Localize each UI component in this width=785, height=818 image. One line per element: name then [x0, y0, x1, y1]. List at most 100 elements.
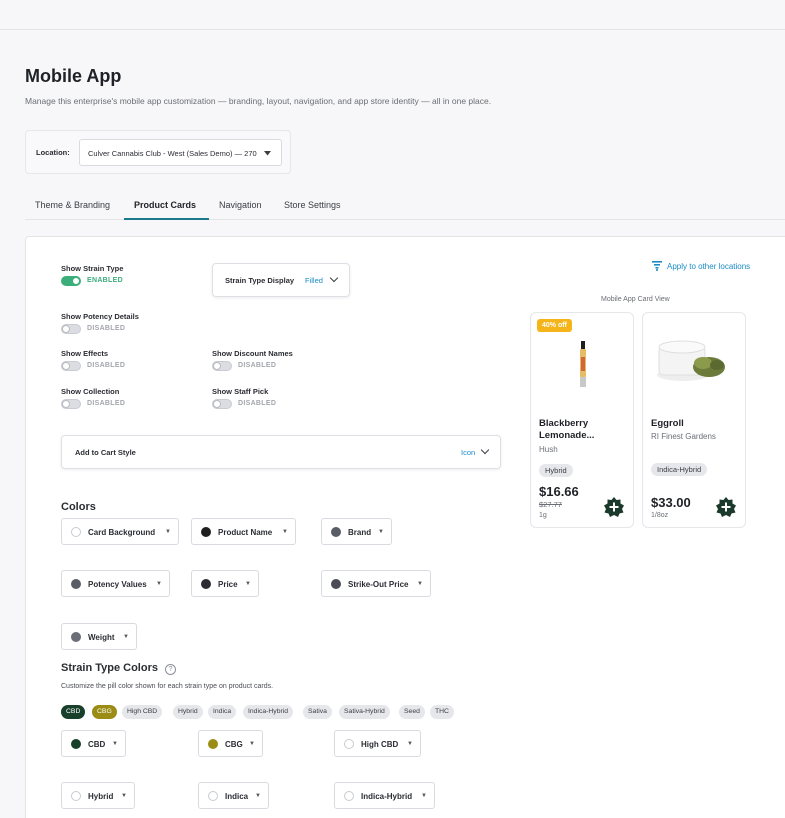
high-cbd-color-button[interactable]: High CBD ▼ — [334, 730, 421, 757]
caret-down-icon: ▼ — [123, 634, 129, 640]
show-strain-type-state: ENABLED — [87, 277, 123, 284]
show-effects-toggle[interactable] — [61, 361, 81, 371]
color-label: Indica — [225, 792, 249, 801]
caret-down-icon: ▼ — [249, 741, 255, 747]
add-to-cart-style-label: Add to Cart Style — [75, 448, 136, 457]
show-collection-state: DISABLED — [87, 400, 126, 407]
show-discount-toggle[interactable] — [212, 361, 232, 371]
chevron-down-icon — [329, 273, 339, 283]
tab-bar: Theme & Branding Product Cards Navigatio… — [25, 196, 785, 220]
tab-product-cards[interactable]: Product Cards — [134, 200, 196, 210]
color-label: Indica-Hybrid — [361, 792, 413, 801]
price-color-button[interactable]: Price ▼ — [191, 570, 259, 597]
caret-down-icon: ▼ — [421, 793, 427, 799]
color-label: Hybrid — [88, 792, 114, 801]
color-swatch — [201, 527, 211, 537]
strain-pill-preview-row: CBD CBG High CBD Hybrid Indica Indica-Hy… — [61, 705, 481, 719]
color-swatch — [71, 739, 81, 749]
vape-cartridge-image — [580, 341, 586, 387]
caret-down-icon: ▼ — [378, 529, 384, 535]
caret-down-icon: ▼ — [282, 529, 288, 535]
mobile-card-preview-label: Mobile App Card View — [601, 296, 670, 303]
strain-pill-indica: Indica — [208, 705, 237, 719]
product-brand: Hush — [539, 445, 558, 454]
product-weight: 1g — [539, 512, 547, 519]
strain-pill-sativa: Sativa — [303, 705, 332, 719]
color-label: CBG — [225, 740, 243, 749]
show-effects-state: DISABLED — [87, 362, 126, 369]
apply-to-other-locations-link[interactable]: Apply to other locations — [667, 262, 750, 271]
color-swatch — [331, 527, 341, 537]
tab-theme-branding[interactable]: Theme & Branding — [35, 200, 110, 210]
colors-section-title: Colors — [61, 501, 96, 513]
strain-pill-seed: Seed — [399, 705, 425, 719]
color-label: Potency Values — [88, 580, 147, 589]
toggle-knob — [62, 400, 70, 408]
strain-pill-cbd: CBD — [61, 705, 86, 719]
add-to-cart-icon[interactable] — [715, 496, 737, 518]
indica-color-button[interactable]: Indica ▼ — [198, 782, 269, 809]
caret-down-icon: ▼ — [165, 529, 171, 535]
color-label: Product Name — [218, 528, 273, 537]
toggle-knob — [62, 325, 70, 333]
potency-values-color-button[interactable]: Potency Values ▼ — [61, 570, 170, 597]
hybrid-color-button[interactable]: Hybrid ▼ — [61, 782, 135, 809]
strike-out-price: $27.77 — [539, 500, 562, 509]
strain-pill: Hybrid — [539, 464, 573, 477]
strain-type-display-dropdown[interactable]: Strain Type Display Filled — [212, 263, 350, 297]
strain-type-display-label: Strain Type Display — [225, 276, 295, 285]
help-icon[interactable]: ? — [165, 664, 176, 675]
color-swatch — [71, 579, 81, 589]
show-discount-state: DISABLED — [238, 362, 277, 369]
color-swatch — [71, 527, 81, 537]
card-background-color-button[interactable]: Card Background ▼ — [61, 518, 179, 545]
caret-down-icon: ▼ — [156, 581, 162, 587]
product-name-line2: Lemonade... — [539, 430, 595, 441]
show-strain-type-toggle[interactable] — [61, 276, 81, 286]
show-collection-toggle[interactable] — [61, 399, 81, 409]
cbd-color-button[interactable]: CBD ▼ — [61, 730, 126, 757]
show-staff-pick-toggle[interactable] — [212, 399, 232, 409]
toggle-knob — [213, 362, 221, 370]
location-value: Culver Cannabis Club - West (Sales Demo)… — [88, 149, 257, 158]
show-discount-label: Show Discount Names — [212, 349, 293, 358]
top-bar — [0, 0, 785, 30]
show-potency-state: DISABLED — [87, 325, 126, 332]
weight-color-button[interactable]: Weight ▼ — [61, 623, 137, 650]
chevron-down-icon — [480, 445, 490, 455]
show-staff-pick-label: Show Staff Pick — [212, 387, 269, 396]
color-swatch — [344, 739, 354, 749]
caret-down-icon: ▼ — [407, 741, 413, 747]
tab-store-settings[interactable]: Store Settings — [284, 200, 341, 210]
caret-down-icon: ▼ — [255, 793, 261, 799]
discount-badge: 40% off — [537, 319, 572, 332]
show-strain-type-label: Show Strain Type — [61, 264, 124, 273]
color-label: Strike-Out Price — [348, 580, 409, 589]
color-label: High CBD — [361, 740, 399, 749]
indica-hybrid-color-button[interactable]: Indica-Hybrid ▼ — [334, 782, 435, 809]
add-to-cart-style-dropdown[interactable]: Add to Cart Style Icon — [61, 435, 501, 469]
toggle-knob — [62, 362, 70, 370]
product-price: $16.66 — [539, 484, 579, 499]
brand-color-button[interactable]: Brand ▼ — [321, 518, 392, 545]
page-title: Mobile App — [25, 66, 122, 86]
show-potency-toggle[interactable] — [61, 324, 81, 334]
product-price: $33.00 — [651, 495, 691, 510]
product-name-line1: Eggroll — [651, 418, 684, 429]
show-effects-label: Show Effects — [61, 349, 109, 358]
strain-pill-sativa-hybrid: Sativa-Hybrid — [339, 705, 390, 719]
tab-navigation[interactable]: Navigation — [219, 200, 262, 210]
color-label: Weight — [88, 633, 115, 642]
strain-pill-indica-hybrid: Indica-Hybrid — [243, 705, 294, 719]
product-brand: RI Finest Gardens — [651, 432, 716, 441]
filter-icon — [652, 261, 662, 271]
strike-out-price-color-button[interactable]: Strike-Out Price ▼ — [321, 570, 431, 597]
flower-jar-image — [657, 340, 725, 381]
product-name-color-button[interactable]: Product Name ▼ — [191, 518, 296, 545]
show-collection-label: Show Collection — [61, 387, 120, 396]
strain-type-display-value: Filled — [305, 276, 323, 285]
cbg-color-button[interactable]: CBG ▼ — [198, 730, 263, 757]
add-to-cart-icon[interactable] — [603, 496, 625, 518]
location-dropdown[interactable]: Culver Cannabis Club - West (Sales Demo)… — [79, 139, 282, 166]
active-tab-indicator — [124, 218, 209, 220]
